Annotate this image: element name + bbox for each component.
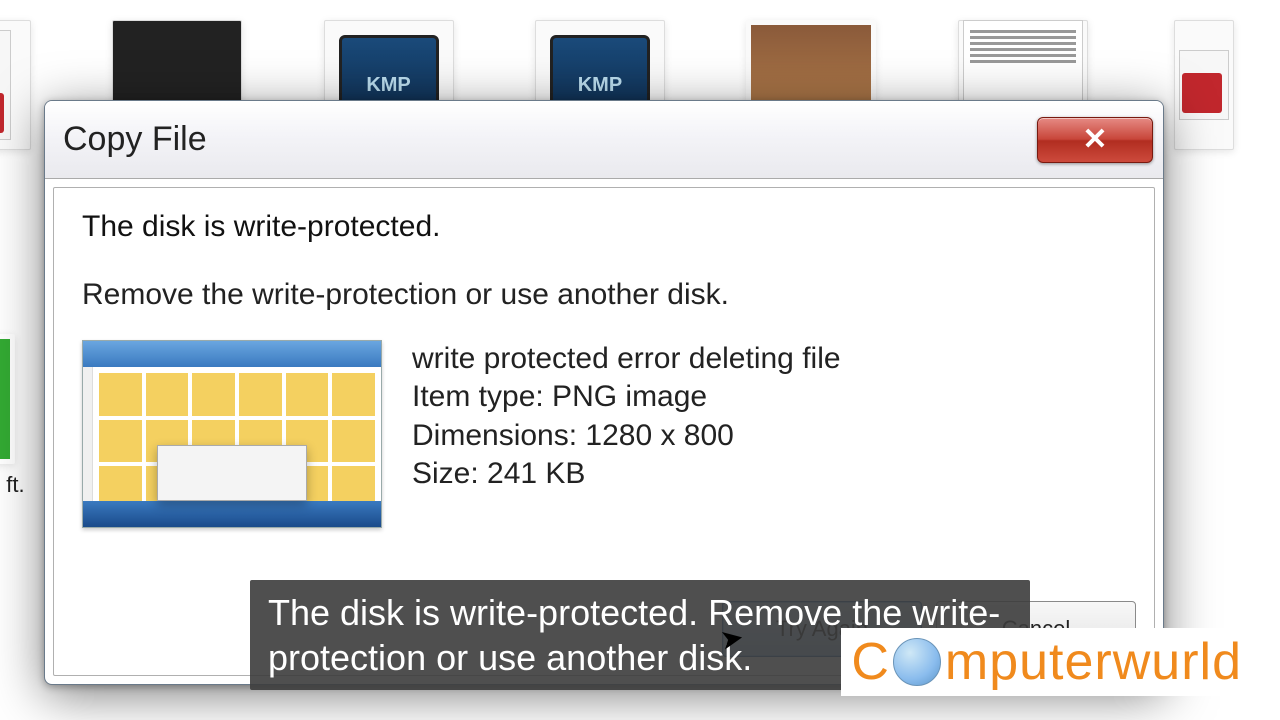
bg-file-pdf[interactable]: bs (1	[0, 20, 41, 184]
file-thumbnail	[82, 340, 382, 528]
logo-text: mputerwurld	[945, 632, 1242, 692]
close-icon: ✕	[1082, 122, 1107, 157]
error-subline: Remove the write-protection or use anoth…	[82, 278, 1126, 312]
file-size: Size: 241 KB	[412, 455, 841, 493]
bg-file-album-1[interactable]: ukra Sonu m ft.	[0, 334, 30, 498]
bg-label: ukra Sonu m ft.	[0, 472, 25, 498]
file-name: write protected error deleting file	[412, 340, 841, 378]
file-metadata: write protected error deleting file Item…	[412, 340, 841, 494]
watermark-logo: C mputerwurld	[841, 628, 1252, 696]
error-headline: The disk is write-protected.	[82, 210, 1126, 244]
file-dimensions: Dimensions: 1280 x 800	[412, 417, 841, 455]
dialog-title: Copy File	[63, 120, 207, 159]
globe-icon	[893, 638, 941, 686]
close-button[interactable]: ✕	[1037, 117, 1153, 163]
file-type: Item type: PNG image	[412, 378, 841, 416]
titlebar[interactable]: Copy File ✕	[45, 101, 1163, 179]
logo-letter-c: C	[851, 632, 889, 692]
